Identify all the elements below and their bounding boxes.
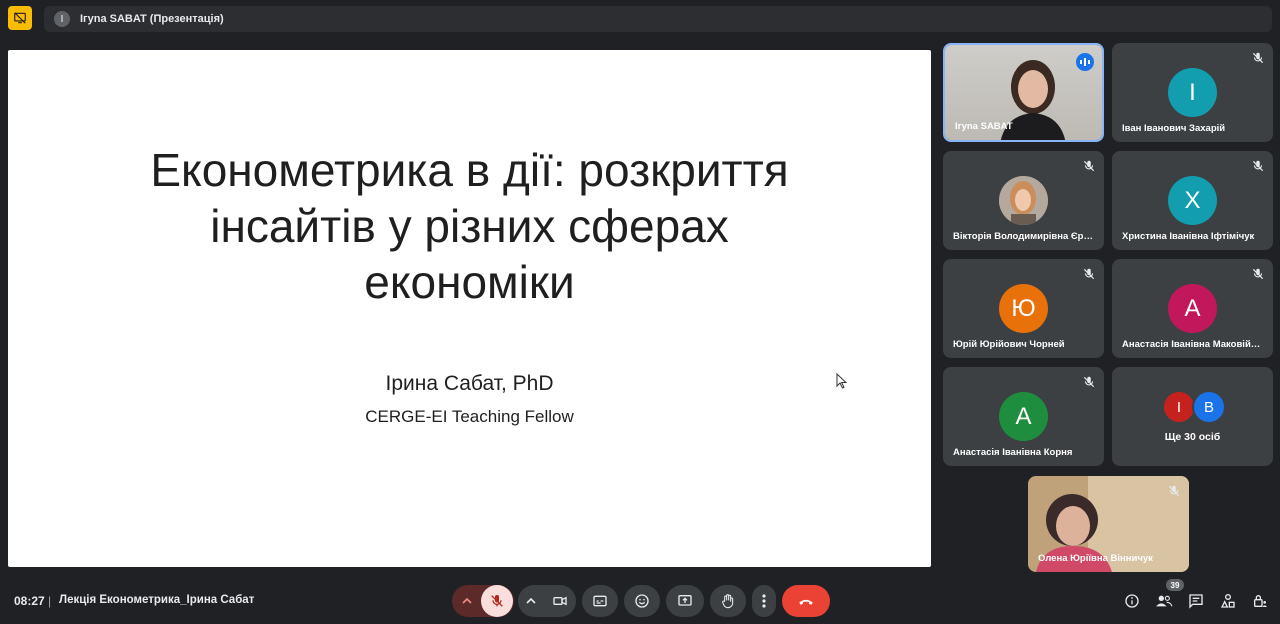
leave-call-button[interactable] [782,585,830,617]
slide-title-line-1: Економетрика в дії: розкриття [150,144,789,196]
hand-icon [722,594,734,609]
host-controls-button[interactable] [1248,589,1272,613]
chat-icon [1189,594,1203,609]
mic-off-icon [1082,267,1096,281]
participant-tile[interactable]: І Іван Іванович Захарій [1112,43,1273,142]
speaking-indicator-icon [1076,53,1094,71]
participant-tile[interactable]: Вікторія Володимирівна Єремеєва [943,151,1104,250]
activities-icon [1220,594,1235,608]
camera-toggle-button[interactable] [544,585,576,617]
participant-tile[interactable]: А Анастасія Іванівна Маковійчук [1112,259,1273,358]
mic-off-icon [1251,159,1265,173]
mic-toggle-button[interactable] [481,585,513,617]
slide-author: Ірина Сабат, PhD [385,372,554,395]
more-avatar-2: В [1192,390,1226,424]
participant-avatar: А [1168,284,1217,333]
participant-avatar: А [999,392,1048,441]
captions-icon [593,595,607,607]
participant-avatar: Ю [999,284,1048,333]
participant-tile[interactable]: А Анастасія Іванівна Корня [943,367,1104,466]
self-view-name: Олена Юріївна Вінничук [1038,553,1153,564]
lock-person-icon [1254,595,1267,607]
chevron-up-icon [526,597,536,604]
more-options-button[interactable] [752,585,776,617]
mic-control-group [452,585,514,617]
presentation-off-icon[interactable] [8,6,32,30]
mouse-cursor-icon [836,372,848,394]
presentation-slide: Економетрика в дії: розкриття інсайтів у… [8,50,931,567]
participant-name: Христина Іванівна Іфтімічук [1122,231,1255,242]
slide-title-line-3: економіки [364,256,575,308]
participant-avatar: І [1168,68,1217,117]
participant-name: Юрій Юрійович Чорней [953,339,1065,350]
audio-options-button[interactable] [453,585,481,617]
info-icon [1125,594,1139,608]
self-view-tile[interactable]: Олена Юріївна Вінничук [1028,476,1189,572]
participant-tile[interactable]: Х Христина Іванівна Іфтімічук [1112,151,1273,250]
more-vert-icon [762,594,766,608]
camera-control-group [518,585,576,617]
more-participants-label: Ще 30 осіб [1164,431,1221,443]
slide-affiliation: CERGE-EI Teaching Fellow [365,407,574,426]
people-button[interactable] [1152,589,1176,613]
participant-name: Вікторія Володимирівна Єремеєва [953,231,1094,242]
participant-tile[interactable]: Ю Юрій Юрійович Чорней [943,259,1104,358]
video-options-button[interactable] [518,585,544,617]
slide-title: Економетрика в дії: розкриття інсайтів у… [8,142,931,310]
people-count-badge: 39 [1166,579,1184,591]
more-avatar-1: І [1162,390,1196,424]
participant-name: Ігуna SABAT [955,121,1013,132]
mic-off-icon [1167,484,1181,498]
presenter-label: Ігуna SABAT (Презентація) [80,13,224,25]
separator: | [48,594,52,608]
mic-off-icon [1251,267,1265,281]
participant-avatar: Х [1168,176,1217,225]
captions-button[interactable] [582,585,618,617]
presenter-banner: І Ігуna SABAT (Презентація) [44,6,1272,32]
hang-up-icon [799,599,813,605]
meeting-name: Лекція Економетрика_Ірина Сабат [59,594,255,606]
mic-off-icon [1251,51,1265,65]
mic-off-icon [1082,375,1096,389]
emoji-icon [635,594,649,608]
raise-hand-button[interactable] [710,585,746,617]
clock: 08:27 [14,594,45,608]
participant-tile-presenter[interactable]: Ігуna SABAT [943,43,1104,142]
more-participants-tile[interactable]: І В Ще 30 осіб [1112,367,1273,466]
chevron-up-icon [462,597,472,604]
mic-off-icon [491,595,503,607]
participant-name: Іван Іванович Захарій [1122,123,1226,134]
camera-icon [553,596,567,606]
participant-name: Анастасія Іванівна Корня [953,447,1073,458]
people-icon [1156,595,1173,607]
participant-name: Анастасія Іванівна Маковійчук [1122,339,1263,350]
presenter-avatar: І [54,11,70,27]
meeting-details-button[interactable] [1120,589,1144,613]
chat-button[interactable] [1184,589,1208,613]
participant-photo-avatar [999,176,1048,225]
reactions-button[interactable] [624,585,660,617]
activities-button[interactable] [1216,589,1240,613]
slide-title-line-2: інсайтів у різних сферах [210,200,729,252]
present-screen-button[interactable] [666,585,704,617]
mic-off-icon [1082,159,1096,173]
present-screen-icon [678,595,692,606]
